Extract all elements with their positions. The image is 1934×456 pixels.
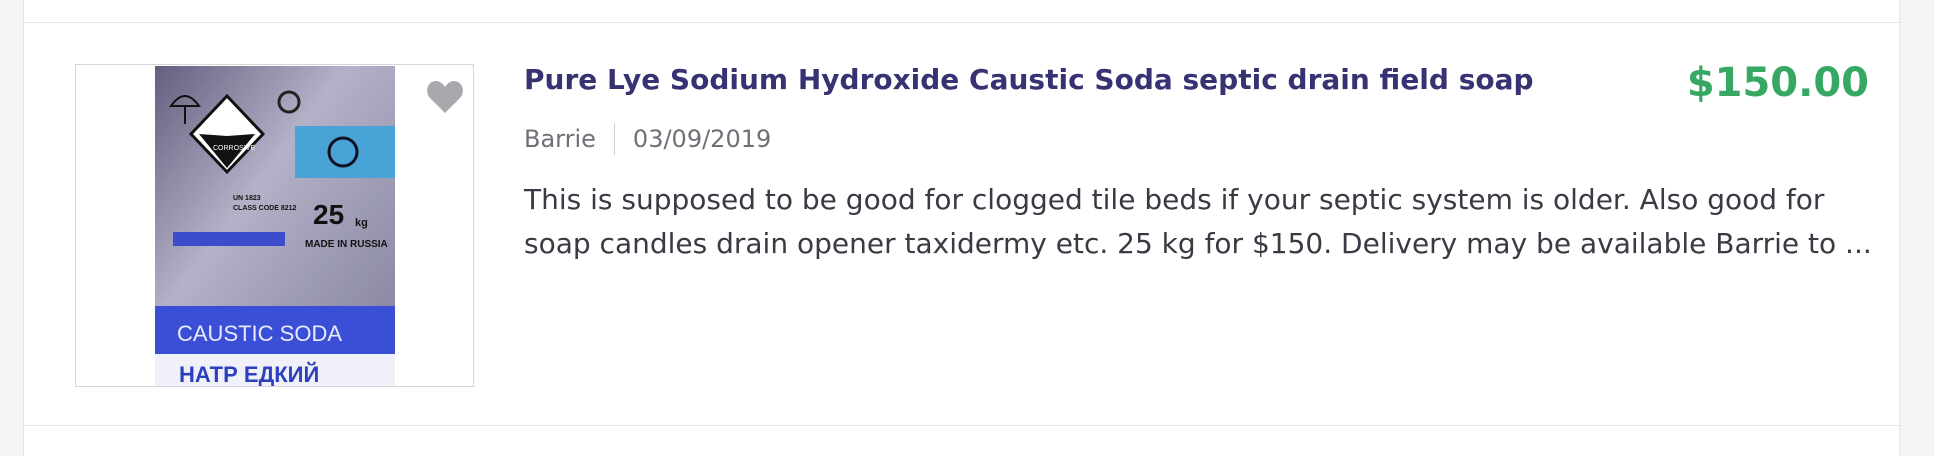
listing-description: This is supposed to be good for clogged … <box>524 183 1872 260</box>
bag-russian-text: НАТР ЕДКИЙ <box>179 362 319 387</box>
bag-class-text: CLASS CODE 8212 <box>233 205 297 212</box>
listing-date: 03/09/2019 <box>632 125 772 153</box>
listing-location: Barrie <box>524 125 596 153</box>
meta-separator <box>613 123 615 155</box>
bottom-divider <box>24 425 1899 426</box>
bag-madein-text: MADE IN RUSSIA <box>305 239 388 250</box>
bag-brand-text: CAUSTIC SODA <box>177 321 342 346</box>
listing-price: $150.00 <box>1686 60 1869 106</box>
listing-title-link[interactable]: Pure Lye Sodium Hydroxide Caustic Soda s… <box>524 63 1534 96</box>
listing-card[interactable]: CORROSIVE UN 1823 CLASS CODE 8212 25 kg … <box>24 23 1899 425</box>
product-photo: CORROSIVE UN 1823 CLASS CODE 8212 25 kg … <box>155 66 395 387</box>
heart-icon <box>427 81 463 113</box>
bag-weight-text: 25 <box>313 199 344 230</box>
bag-unit-text: kg <box>355 217 368 229</box>
bag-un-text: UN 1823 <box>233 195 261 202</box>
favorite-heart-icon[interactable] <box>425 79 465 115</box>
listing-thumbnail[interactable]: CORROSIVE UN 1823 CLASS CODE 8212 25 kg … <box>75 64 474 387</box>
page-container: CORROSIVE UN 1823 CLASS CODE 8212 25 kg … <box>23 0 1900 456</box>
listing-meta: Barrie 03/09/2019 <box>524 123 771 155</box>
bag-hazard-text: CORROSIVE <box>213 145 255 152</box>
